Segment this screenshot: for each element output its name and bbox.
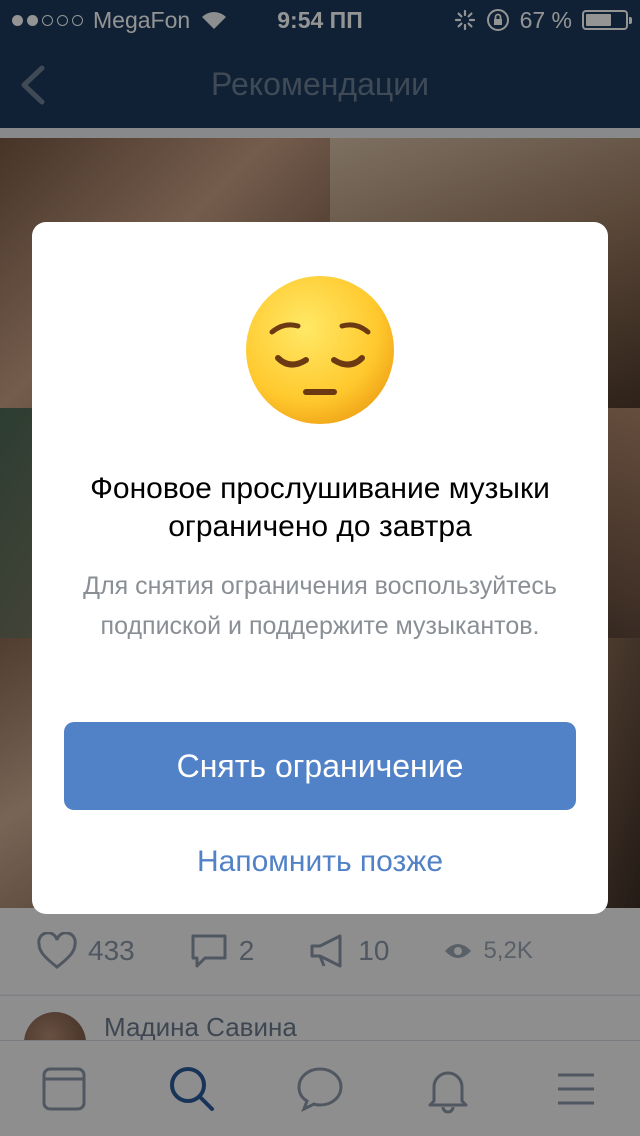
dialog-message: Для снятия ограничения воспользуйтесь по… [83, 572, 557, 640]
restriction-dialog: Фоновое прослушивание музыки ограничено … [32, 222, 608, 914]
remind-later-link[interactable]: Напомнить позже [64, 834, 576, 890]
remove-restriction-button[interactable]: Снять ограничение [64, 722, 576, 810]
pensive-face-icon [246, 276, 394, 424]
dialog-title: Фоновое прослушивание музыки ограничено … [90, 472, 550, 543]
